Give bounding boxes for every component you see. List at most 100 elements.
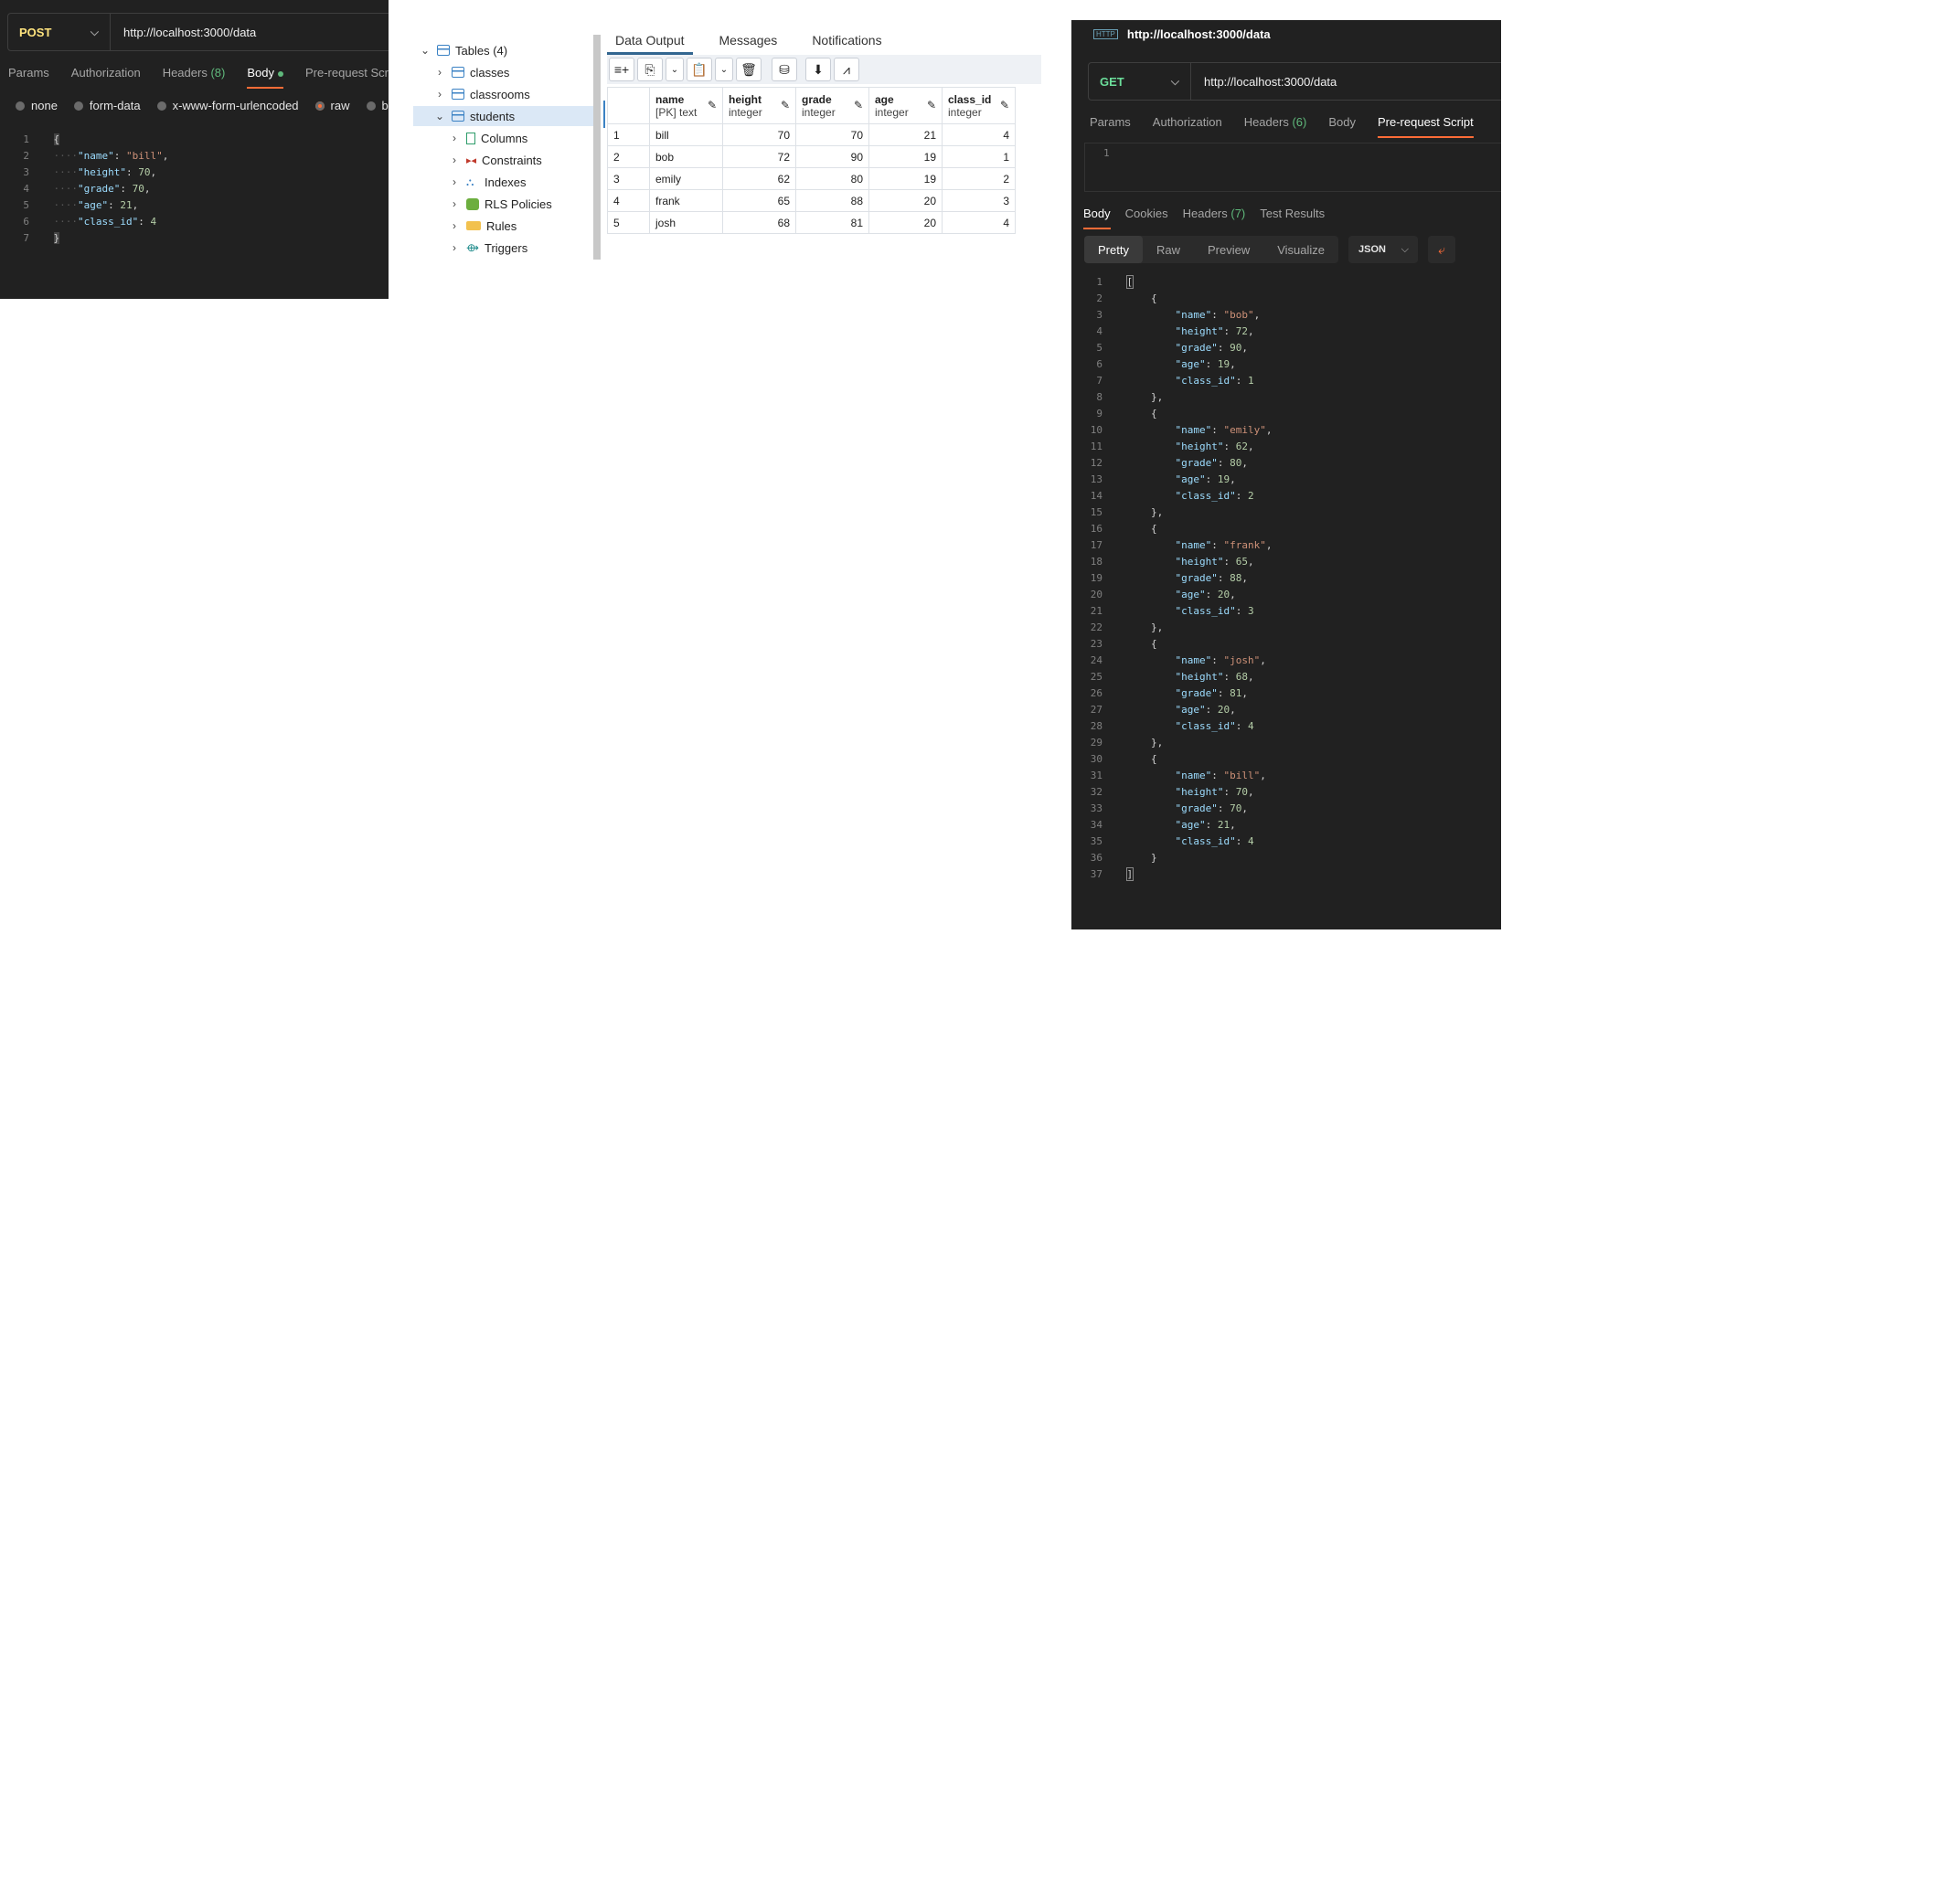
table-cell[interactable]: 65 xyxy=(722,189,796,212)
table-cell[interactable]: frank xyxy=(649,189,723,212)
table-cell[interactable]: 19 xyxy=(868,167,943,190)
delete-icon[interactable]: 🗑 xyxy=(736,58,762,81)
radio-raw[interactable]: raw xyxy=(314,99,350,112)
tab-headers[interactable]: Headers (8) xyxy=(163,66,226,89)
table-cell[interactable]: josh xyxy=(649,211,723,234)
tab-params[interactable]: Params xyxy=(8,66,49,89)
pencil-icon[interactable]: ✎ xyxy=(708,99,717,112)
tab-body[interactable]: Body xyxy=(247,66,283,89)
add-row-icon[interactable]: ≡+ xyxy=(609,58,634,81)
tree-item-indexes[interactable]: › ⛬ Indexes xyxy=(448,172,527,192)
tab-messages[interactable]: Messages xyxy=(711,29,786,51)
tree-item-rls-policies[interactable]: › RLS Policies xyxy=(448,194,552,214)
code-line: 31 "name": "bill", xyxy=(1084,768,1272,784)
graph-icon[interactable]: ⩘ xyxy=(834,58,859,81)
column-header-age[interactable]: age integer ✎ xyxy=(868,87,943,124)
tab-data-output[interactable]: Data Output xyxy=(607,29,693,55)
method-select[interactable]: POST ⌵ xyxy=(8,14,111,50)
table-row[interactable]: 5 josh 68 81 20 4 xyxy=(607,211,1016,234)
pencil-icon[interactable]: ✎ xyxy=(781,99,790,112)
view-pretty[interactable]: Pretty xyxy=(1084,236,1143,263)
table-cell[interactable]: 3 xyxy=(942,189,1016,212)
table-cell[interactable]: 81 xyxy=(795,211,869,234)
radio-x-www-form-urlencoded[interactable]: x-www-form-urlencoded xyxy=(156,99,299,112)
url-input[interactable]: http://localhost:3000/data xyxy=(111,26,256,39)
tree-item-triggers[interactable]: › ⟴ Triggers xyxy=(448,238,527,258)
table-row[interactable]: 4 frank 65 88 20 3 xyxy=(607,189,1016,212)
table-cell[interactable]: 72 xyxy=(722,145,796,168)
wrap-lines-icon[interactable]: ⤶ xyxy=(1428,236,1455,263)
tab-params[interactable]: Params xyxy=(1090,115,1131,138)
save-data-icon[interactable]: ⛁ xyxy=(772,58,797,81)
table-cell[interactable]: 88 xyxy=(795,189,869,212)
code-line: 27 "age": 20, xyxy=(1084,702,1272,718)
table-cell[interactable]: 80 xyxy=(795,167,869,190)
tree-item-columns[interactable]: › Columns xyxy=(448,128,527,148)
tab-response-body[interactable]: Body xyxy=(1083,207,1111,229)
tab-pre-request-script[interactable]: Pre-request Scr xyxy=(305,66,389,89)
chevron-down-icon[interactable]: ⌄ xyxy=(666,58,684,81)
table-cell[interactable]: 2 xyxy=(942,167,1016,190)
tab-test-results[interactable]: Test Results xyxy=(1260,207,1325,229)
view-visualize[interactable]: Visualize xyxy=(1263,236,1338,263)
download-icon[interactable]: ⬇ xyxy=(805,58,831,81)
format-select[interactable]: JSON ⌵ xyxy=(1348,236,1418,263)
table-cell[interactable]: 20 xyxy=(868,211,943,234)
response-body-viewer[interactable]: 1 [2 {3 "name": "bob", 4 "height": 72, 5 "… xyxy=(1084,274,1272,883)
table-cell[interactable]: emily xyxy=(649,167,723,190)
tab-pre-request-script[interactable]: Pre-request Script xyxy=(1377,115,1474,138)
table-cell[interactable]: 62 xyxy=(722,167,796,190)
tree-item-constraints[interactable]: › ▸◂ Constraints xyxy=(448,150,542,170)
table-cell[interactable]: 4 xyxy=(942,211,1016,234)
tab-cookies[interactable]: Cookies xyxy=(1125,207,1168,229)
column-header-class-id[interactable]: class_id integer ✎ xyxy=(942,87,1016,124)
copy-icon[interactable]: ⎘ xyxy=(637,58,663,81)
tree-item-students[interactable]: ⌄ students xyxy=(413,106,596,126)
table-cell[interactable]: 19 xyxy=(868,145,943,168)
method-select[interactable]: GET ⌵ xyxy=(1089,63,1191,100)
table-cell[interactable]: 20 xyxy=(868,189,943,212)
pencil-icon[interactable]: ✎ xyxy=(854,99,863,112)
column-header-height[interactable]: height integer ✎ xyxy=(722,87,796,124)
request-body-editor[interactable]: 1 {2 ····"name": "bill", 3 ····"height": … xyxy=(11,132,168,247)
tab-authorization[interactable]: Authorization xyxy=(1153,115,1222,138)
column-header-grade[interactable]: grade integer ✎ xyxy=(795,87,869,124)
table-cell[interactable]: 68 xyxy=(722,211,796,234)
tab-headers[interactable]: Headers (6) xyxy=(1244,115,1307,138)
table-cell[interactable]: 21 xyxy=(868,123,943,146)
tree-item-rules[interactable]: › Rules xyxy=(448,216,517,236)
radio-none[interactable]: none xyxy=(16,99,58,112)
row-number: 3 xyxy=(607,167,650,190)
tree-item-classes[interactable]: › classes xyxy=(433,62,509,82)
view-preview[interactable]: Preview xyxy=(1194,236,1263,263)
query-result-tabs: Data Output Messages Notifications xyxy=(607,29,909,55)
pencil-icon[interactable]: ✎ xyxy=(1000,99,1009,112)
paste-icon[interactable]: 📋 xyxy=(687,58,712,81)
table-cell[interactable]: 70 xyxy=(795,123,869,146)
table-row[interactable]: 1 bill 70 70 21 4 xyxy=(607,123,1016,146)
tab-notifications[interactable]: Notifications xyxy=(804,29,889,51)
column-header-name[interactable]: name [PK] text ✎ xyxy=(649,87,723,124)
tree-item-tables[interactable]: ⌄ Tables (4) xyxy=(419,40,592,60)
chevron-down-icon[interactable]: ⌄ xyxy=(715,58,733,81)
table-cell[interactable]: bob xyxy=(649,145,723,168)
pre-request-script-editor[interactable]: 1 xyxy=(1084,143,1501,192)
table-row[interactable]: 2 bob 72 90 19 1 xyxy=(607,145,1016,168)
tree-item-classrooms[interactable]: › classrooms xyxy=(433,84,530,104)
panel-splitter[interactable] xyxy=(593,35,601,260)
table-cell[interactable]: 4 xyxy=(942,123,1016,146)
pencil-icon[interactable]: ✎ xyxy=(927,99,936,112)
tab-authorization[interactable]: Authorization xyxy=(71,66,141,89)
url-input[interactable]: http://localhost:3000/data xyxy=(1191,75,1337,89)
view-raw[interactable]: Raw xyxy=(1143,236,1194,263)
table-cell[interactable]: 70 xyxy=(722,123,796,146)
code-line: 26 "grade": 81, xyxy=(1084,685,1272,702)
table-row[interactable]: 3 emily 62 80 19 2 xyxy=(607,167,1016,190)
table-cell[interactable]: 1 xyxy=(942,145,1016,168)
table-cell[interactable]: bill xyxy=(649,123,723,146)
radio-form-data[interactable]: form-data xyxy=(73,99,141,112)
tab-body[interactable]: Body xyxy=(1328,115,1356,138)
radio-binary[interactable]: b xyxy=(366,99,389,112)
tab-response-headers[interactable]: Headers (7) xyxy=(1183,207,1246,229)
table-cell[interactable]: 90 xyxy=(795,145,869,168)
